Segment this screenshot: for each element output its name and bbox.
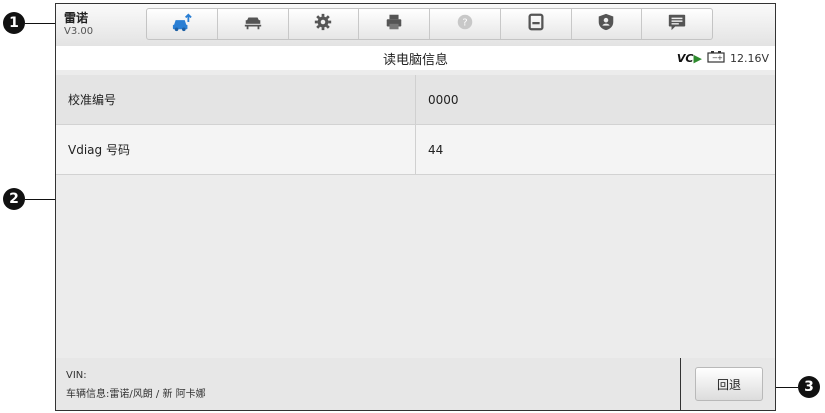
message-icon	[666, 12, 688, 36]
shield-user-icon	[595, 12, 617, 36]
vehicle-upload-icon	[171, 12, 193, 36]
ecu-info-table: 校准编号 0000 Vdiag 号码 44	[56, 70, 775, 359]
help-button[interactable]: ?	[430, 9, 501, 39]
user-security-button[interactable]	[572, 9, 643, 39]
battery-voltage: 12.16V	[729, 52, 769, 65]
settings-button[interactable]	[289, 9, 360, 39]
footer-bar: VIN: 车辆信息:雷诺/风朗 / 新 阿卡娜 回退	[56, 358, 775, 410]
vin-label: VIN:	[66, 370, 87, 381]
device-screen: 雷诺 V3.00 ? 读电脑信息 VC▶ − + 12.16V 校准编号 000…	[55, 3, 776, 411]
back-button[interactable]: 回退	[695, 367, 763, 401]
battery-icon: − +	[707, 51, 725, 66]
action-button-area: 回退	[680, 358, 775, 410]
parameter-value: 44	[428, 142, 444, 157]
parameter-value: 0000	[428, 92, 459, 107]
callout-3: 3	[798, 376, 820, 398]
svg-text:+: +	[717, 54, 723, 62]
title-bar: 读电脑信息 VC▶ − + 12.16V	[56, 46, 775, 71]
callout-line-1	[25, 23, 55, 24]
vehicle-upload-button[interactable]	[147, 9, 218, 39]
app-name: 雷诺	[64, 11, 89, 25]
connection-status: VC▶ − + 12.16V	[677, 51, 769, 66]
page-title: 读电脑信息	[382, 53, 448, 68]
print-button[interactable]	[359, 9, 430, 39]
app-version: V3.00	[64, 26, 94, 37]
vci-status-logo: VC▶	[676, 52, 702, 65]
vehicle-info: 车辆信息:雷诺/风朗 / 新 阿卡娜	[66, 389, 206, 400]
printer-icon	[383, 12, 405, 36]
save-button[interactable]	[501, 9, 572, 39]
message-button[interactable]	[642, 9, 712, 39]
callout-2: 2	[3, 188, 25, 210]
callout-1: 1	[3, 12, 25, 34]
tool-strip: ?	[146, 8, 713, 40]
svg-text:?: ?	[462, 18, 467, 29]
callout-line-2	[25, 199, 55, 200]
table-row[interactable]: 校准编号 0000	[56, 75, 775, 125]
help-icon: ?	[454, 12, 476, 36]
car-lift-button[interactable]	[218, 9, 289, 39]
car-lift-icon	[242, 12, 264, 36]
top-toolbar: 雷诺 V3.00 ?	[56, 4, 775, 47]
parameter-name: Vdiag 号码	[56, 125, 416, 174]
table-row[interactable]: Vdiag 号码 44	[56, 125, 775, 175]
save-icon	[525, 12, 547, 36]
gear-icon	[312, 12, 334, 36]
callout-line-3	[776, 387, 798, 388]
parameter-name: 校准编号	[56, 75, 416, 124]
